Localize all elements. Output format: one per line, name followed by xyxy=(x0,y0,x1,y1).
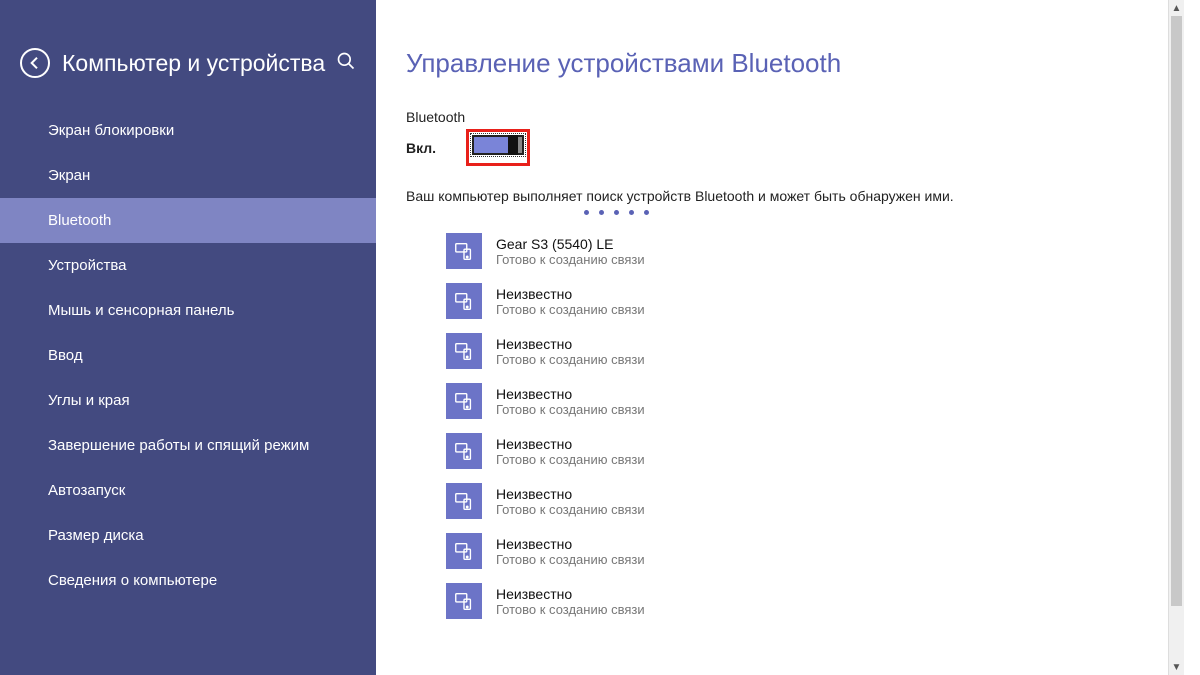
toggle-highlight-annotation xyxy=(466,129,530,166)
device-status: Готово к созданию связи xyxy=(496,252,645,267)
device-item[interactable]: Gear S3 (5540) LEГотово к созданию связи xyxy=(446,233,1154,269)
scroll-track[interactable] xyxy=(1169,16,1184,659)
search-button[interactable] xyxy=(336,51,356,76)
device-status: Готово к созданию связи xyxy=(496,552,645,567)
device-icon xyxy=(446,483,482,519)
device-list: Gear S3 (5540) LEГотово к созданию связи… xyxy=(406,233,1154,619)
device-icon xyxy=(446,533,482,569)
sidebar-title: Компьютер и устройства xyxy=(62,50,328,77)
device-icon xyxy=(446,283,482,319)
app-window: Компьютер и устройства Экран блокировки … xyxy=(0,0,1184,675)
device-status: Готово к созданию связи xyxy=(496,302,645,317)
device-status: Готово к созданию связи xyxy=(496,352,645,367)
scroll-down-arrow-icon[interactable]: ▼ xyxy=(1169,659,1185,675)
device-item[interactable]: НеизвестноГотово к созданию связи xyxy=(446,533,1154,569)
bluetooth-toggle[interactable] xyxy=(472,135,524,155)
toggle-section-label: Bluetooth xyxy=(406,109,1154,125)
device-name: Неизвестно xyxy=(496,486,645,502)
device-text: НеизвестноГотово к созданию связи xyxy=(496,486,645,517)
sidebar-item-lock-screen[interactable]: Экран блокировки xyxy=(0,108,376,153)
device-name: Неизвестно xyxy=(496,286,645,302)
device-item[interactable]: НеизвестноГотово к созданию связи xyxy=(446,583,1154,619)
device-item[interactable]: НеизвестноГотово к созданию связи xyxy=(446,433,1154,469)
device-name: Неизвестно xyxy=(496,386,645,402)
device-icon xyxy=(446,233,482,269)
sidebar-item-disk-space[interactable]: Размер диска xyxy=(0,513,376,558)
toggle-state-label: Вкл. xyxy=(406,140,466,156)
device-name: Неизвестно xyxy=(496,536,645,552)
sidebar-item-devices[interactable]: Устройства xyxy=(0,243,376,288)
device-text: НеизвестноГотово к созданию связи xyxy=(496,386,645,417)
device-icon xyxy=(446,383,482,419)
device-text: НеизвестноГотово к созданию связи xyxy=(496,536,645,567)
toggle-fill xyxy=(474,137,510,153)
device-name: Неизвестно xyxy=(496,436,645,452)
search-icon xyxy=(336,51,356,71)
device-status: Готово к созданию связи xyxy=(496,502,645,517)
main-content: Управление устройствами Bluetooth Blueto… xyxy=(376,0,1184,675)
device-item[interactable]: НеизвестноГотово к созданию связи xyxy=(446,483,1154,519)
device-item[interactable]: НеизвестноГотово к созданию связи xyxy=(446,383,1154,419)
device-status: Готово к созданию связи xyxy=(496,602,645,617)
toggle-thumb xyxy=(508,135,518,155)
device-icon xyxy=(446,333,482,369)
scrollbar-vertical[interactable]: ▲ ▼ xyxy=(1168,0,1184,675)
back-button[interactable] xyxy=(20,48,50,78)
sidebar-item-power-sleep[interactable]: Завершение работы и спящий режим xyxy=(0,423,376,468)
sidebar-item-display[interactable]: Экран xyxy=(0,153,376,198)
searching-progress-dots xyxy=(406,210,826,215)
device-name: Gear S3 (5540) LE xyxy=(496,236,645,252)
device-text: НеизвестноГотово к созданию связи xyxy=(496,436,645,467)
search-status-text: Ваш компьютер выполняет поиск устройств … xyxy=(406,188,1154,204)
sidebar-item-typing[interactable]: Ввод xyxy=(0,333,376,378)
device-item[interactable]: НеизвестноГотово к созданию связи xyxy=(446,333,1154,369)
device-icon xyxy=(446,583,482,619)
device-item[interactable]: НеизвестноГотово к созданию связи xyxy=(446,283,1154,319)
device-name: Неизвестно xyxy=(496,336,645,352)
scroll-up-arrow-icon[interactable]: ▲ xyxy=(1169,0,1185,16)
sidebar: Компьютер и устройства Экран блокировки … xyxy=(0,0,376,675)
device-text: НеизвестноГотово к созданию связи xyxy=(496,586,645,617)
device-text: НеизвестноГотово к созданию связи xyxy=(496,286,645,317)
sidebar-item-corners-edges[interactable]: Углы и края xyxy=(0,378,376,423)
device-name: Неизвестно xyxy=(496,586,645,602)
sidebar-item-mouse-touchpad[interactable]: Мышь и сенсорная панель xyxy=(0,288,376,333)
scroll-thumb[interactable] xyxy=(1171,16,1182,606)
bluetooth-toggle-section: Bluetooth Вкл. xyxy=(406,109,1154,166)
nav-list: Экран блокировки Экран Bluetooth Устройс… xyxy=(0,108,376,603)
device-text: НеизвестноГотово к созданию связи xyxy=(496,336,645,367)
sidebar-item-autoplay[interactable]: Автозапуск xyxy=(0,468,376,513)
device-icon xyxy=(446,433,482,469)
page-title: Управление устройствами Bluetooth xyxy=(406,48,1154,79)
device-status: Готово к созданию связи xyxy=(496,452,645,467)
sidebar-item-pc-info[interactable]: Сведения о компьютере xyxy=(0,558,376,603)
arrow-left-icon xyxy=(27,55,43,71)
device-text: Gear S3 (5540) LEГотово к созданию связи xyxy=(496,236,645,267)
sidebar-item-bluetooth[interactable]: Bluetooth xyxy=(0,198,376,243)
sidebar-header: Компьютер и устройства xyxy=(0,48,376,108)
device-status: Готово к созданию связи xyxy=(496,402,645,417)
